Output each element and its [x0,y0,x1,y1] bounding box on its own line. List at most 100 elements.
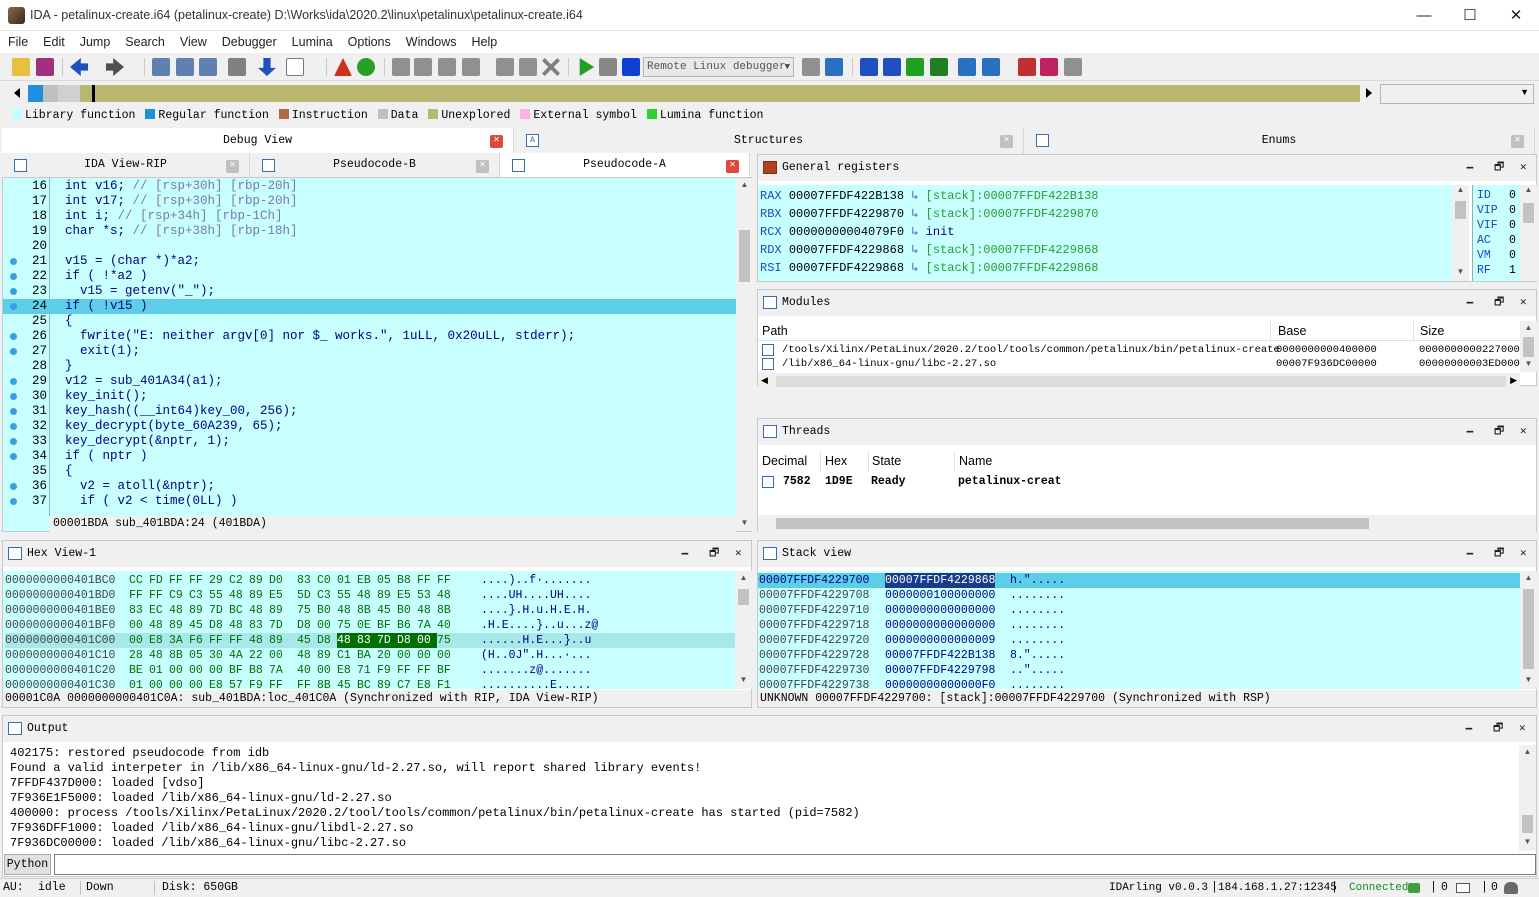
breakpoint-dot-icon[interactable] [10,438,17,445]
hex-byte[interactable]: 01 [129,678,149,689]
hex-byte[interactable]: 89 [269,633,297,648]
stack-row[interactable]: 00007FFDF4229718 0000000000000000........ [758,618,1520,633]
hex-byte[interactable]: 45 [297,633,317,648]
hex-byte[interactable]: 48 [249,633,269,648]
stack-value[interactable]: 00007FFDF422B138 [885,648,995,663]
hex-byte[interactable]: C2 [229,573,249,588]
jump-arrow-icon[interactable]: ↳ [904,261,926,275]
hex-byte[interactable]: 83 [297,573,317,588]
jump-arrow-icon[interactable]: ↳ [904,243,926,257]
debugger-options-icon[interactable] [802,58,820,76]
register-value[interactable]: 00007FFDF4229868 [789,243,904,257]
nav-select[interactable]: ▼ [1380,84,1534,104]
code-line[interactable]: 27 exit(1); [3,344,736,359]
hex-byte[interactable]: B8 [249,663,269,678]
scroll-up-icon[interactable]: ▲ [735,573,752,582]
hex-byte[interactable]: 55 [337,588,357,603]
debugger-select[interactable]: Remote Linux debugger ▼ [643,57,794,77]
hex-byte[interactable]: E5 [269,588,297,603]
col-path[interactable]: Path [762,324,788,338]
close-icon[interactable]: ✕ [226,160,239,173]
hex-byte[interactable]: 48 [337,633,357,648]
tab-enums[interactable]: Enums ✕ [1024,128,1535,154]
tab-structures[interactable]: A Structures ✕ [514,128,1024,154]
hex-byte[interactable]: 45 [377,603,397,618]
breakpoint-dot-icon[interactable] [10,498,17,505]
hex-byte[interactable]: E8 [149,633,169,648]
stack-value[interactable]: 0000000000000000 [885,603,995,618]
hex-byte[interactable]: 48 [297,648,317,663]
menu-search[interactable]: Search [117,31,172,53]
hex-byte[interactable]: 89 [317,648,337,663]
stack-value[interactable]: 0000000100000000 [885,588,995,603]
hex-byte[interactable]: 01 [337,573,357,588]
hex-byte[interactable]: 89 [269,603,297,618]
minimize-button[interactable]: — [1401,0,1447,31]
stack-value[interactable]: 0000000000000000 [885,618,995,633]
close-icon[interactable]: ✕ [726,160,739,173]
scroll-up-icon[interactable]: ▲ [1520,185,1537,194]
hex-byte[interactable]: FF [129,588,149,603]
hex-byte[interactable]: 48 [357,588,377,603]
hex-row[interactable]: 0000000000401BD0 FF FF C9 C3 55 48 89 E5 5D C3 55 48… [5,588,735,603]
python-button[interactable]: Python [4,854,51,875]
hex-byte[interactable]: 8B [169,648,189,663]
col-size[interactable]: Size [1420,324,1444,338]
green-dot-icon[interactable] [357,58,375,76]
float-icon[interactable]: 🗗 [1493,716,1503,742]
hex-byte[interactable]: D0 [269,573,297,588]
register-row[interactable]: RCX 00000000004079F0 ↳ init [760,223,954,241]
remove-breakpoint-icon[interactable] [1064,58,1082,76]
hex-byte[interactable]: 40 [297,663,317,678]
breakpoint-dot-icon[interactable] [10,423,17,430]
menu-view[interactable]: View [172,31,214,53]
windows-icon[interactable] [982,58,1000,76]
menu-file[interactable]: File [0,31,35,53]
tab-pseudocode-a[interactable]: Pseudocode-A ✕ [500,153,750,177]
close-icon[interactable]: ✕ [1511,135,1524,148]
register-ref[interactable]: [stack]:00007FFDF422B138 [926,189,1099,203]
window-icon[interactable] [958,58,976,76]
code-line[interactable]: 16 int v16; // [rsp+30h] [rbp-20h] [3,179,736,194]
hex-byte[interactable]: 48 [437,588,457,603]
pause-icon[interactable] [599,58,617,76]
hex-byte[interactable]: D8 [209,618,229,633]
code-line[interactable]: 24 if ( !v15 ) [3,299,736,314]
code-line[interactable]: 33 key_decrypt(&nptr, 1); [3,434,736,449]
hex-byte[interactable]: 83 [357,633,377,648]
breakpoint-dot-icon[interactable] [10,378,17,385]
step-out-icon[interactable] [930,58,948,76]
register-value[interactable]: 00007FFDF422B138 [789,189,904,203]
hex-byte[interactable]: 83 [129,603,149,618]
register-ref[interactable]: [stack]:00007FFDF4229868 [926,261,1099,275]
flag-value[interactable]: 0 [1509,218,1516,233]
stack-value[interactable]: 00000000000000F0 [885,678,995,689]
hex-byte[interactable]: C1 [337,648,357,663]
hex-byte[interactable]: 48 [337,603,357,618]
code-line[interactable]: 36 v2 = atoll(&nptr); [3,479,736,494]
jump-arrow-icon[interactable]: ↳ [904,225,926,239]
minimize-icon[interactable]: 🗕 [1465,716,1473,742]
patch-icon[interactable] [496,58,514,76]
hex-byte[interactable]: 00 [437,648,457,663]
hex-byte[interactable]: FF [169,573,189,588]
nav-left-arrow-icon[interactable] [14,88,20,98]
menu-options[interactable]: Options [340,31,398,53]
code-line[interactable]: 26 fwrite("E: neither argv[0] nor $_ wor… [3,329,736,344]
hex-byte[interactable]: 48 [249,603,269,618]
hex-byte[interactable]: 00 [169,663,189,678]
flag-value[interactable]: 0 [1509,203,1516,218]
hex-byte[interactable]: 7A [269,663,297,678]
search-next-icon[interactable] [228,58,246,76]
hex-byte[interactable]: 8B [317,678,337,689]
register-row[interactable]: RDX 00007FFDF4229868 ↳ [stack]:00007FFDF… [760,241,1099,259]
code-line[interactable]: 19 char *s; // [rsp+38h] [rbp-18h] [3,224,736,239]
hex-scrollbar[interactable]: ▲ ▼ [735,571,752,689]
code-line[interactable]: 22 if ( !*a2 ) [3,269,736,284]
stack-row[interactable]: 00007FFDF4229728 00007FFDF422B138 8."..... [758,648,1520,663]
modules-scrollbar[interactable]: ▲ ▼ [1520,321,1537,372]
hex-byte[interactable]: F9 [377,663,397,678]
code-line[interactable]: 37 if ( v2 < time(0LL) ) [3,494,736,509]
close-icon[interactable]: ✕ [1000,135,1013,148]
breakpoint-dot-icon[interactable] [10,453,17,460]
